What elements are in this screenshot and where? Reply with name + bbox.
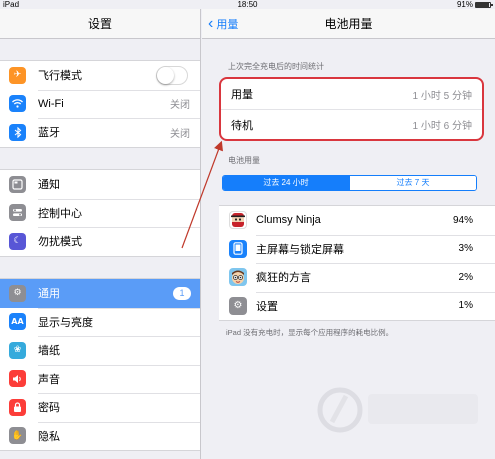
- standby-value: 1 小时 6 分钟: [412, 121, 472, 132]
- wifi-icon: [9, 95, 26, 112]
- list-item[interactable]: 疯狂的方言 2%: [219, 263, 495, 292]
- settings-sidebar: 设置 ✈ 飞行模式 Wi-Fi 关闭 蓝牙 关闭 通知 控制中心 ☾ 勿扰模式 …: [0, 9, 201, 459]
- lock-icon: [9, 398, 26, 416]
- segment-last-7-days[interactable]: 过去 7 天: [349, 176, 476, 190]
- app-usage-list: Clumsy Ninja 94% 主屏幕与锁定屏幕 3% 疯狂的方言 2% ⚙ …: [219, 205, 495, 321]
- sidebar-item-wifi[interactable]: Wi-Fi 关闭: [0, 89, 200, 119]
- time-range-segmented-control: 过去 24 小时 过去 7 天: [222, 175, 477, 191]
- gear-icon: ⚙: [9, 284, 26, 302]
- sidebar-item-passcode[interactable]: 密码: [0, 393, 200, 422]
- control-center-icon: [9, 204, 26, 221]
- battery-usage-header: 电池用量: [228, 156, 260, 165]
- app-name: Clumsy Ninja: [256, 214, 321, 227]
- app-percent: 94%: [452, 214, 473, 226]
- crazy-face-icon: [229, 268, 247, 286]
- sidebar-item-label: 飞行模式: [38, 70, 82, 83]
- sidebar-group-connectivity: ✈ 飞行模式 Wi-Fi 关闭 蓝牙 关闭: [0, 60, 200, 148]
- battery-icon: [475, 1, 493, 8]
- sidebar-item-label: 隐私: [38, 430, 60, 443]
- list-item[interactable]: 主屏幕与锁定屏幕 3%: [219, 234, 495, 264]
- sidebar-item-control-center[interactable]: 控制中心: [0, 198, 200, 228]
- sidebar-item-sounds[interactable]: 声音: [0, 364, 200, 394]
- airplane-icon: ✈: [9, 66, 26, 84]
- settings-gear-icon: ⚙: [229, 296, 247, 315]
- sidebar-item-label: 控制中心: [38, 207, 82, 220]
- sidebar-item-airplane-mode[interactable]: ✈ 飞行模式: [0, 61, 200, 90]
- usage-footnote: iPad 没有充电时，显示每个应用程序的耗电比例。: [226, 328, 394, 337]
- sidebar-item-bluetooth[interactable]: 蓝牙 关闭: [0, 118, 200, 147]
- sidebar-group-general: ⚙ 通用 1 AA 显示与亮度 ❀ 墙纸 声音 密码 ✋ 隐私: [0, 278, 200, 451]
- sidebar-item-label: 通知: [38, 179, 60, 192]
- sidebar-item-notifications[interactable]: 通知: [0, 170, 200, 199]
- page-title: 电池用量: [324, 17, 373, 31]
- sidebar-item-label: 密码: [38, 402, 60, 415]
- battery-status: 91%: [456, 0, 493, 9]
- app-percent: 2%: [458, 271, 473, 283]
- sidebar-item-label: 勿扰模式: [38, 236, 82, 249]
- sidebar-item-label: 显示与亮度: [38, 316, 93, 329]
- standby-row: 待机 1 小时 6 分钟: [221, 109, 482, 139]
- sidebar-item-wallpaper[interactable]: ❀ 墙纸: [0, 336, 200, 365]
- usage-row: 用量 1 小时 5 分钟: [221, 79, 482, 109]
- sidebar-title: 设置: [0, 9, 200, 39]
- bluetooth-icon: [9, 123, 26, 141]
- sidebar-item-label: Wi-Fi: [38, 97, 64, 110]
- standby-label: 待机: [231, 119, 253, 132]
- app-percent: 3%: [458, 243, 473, 255]
- sidebar-item-general[interactable]: ⚙ 通用 1: [0, 279, 200, 308]
- ninja-icon: [229, 211, 247, 229]
- speaker-icon: [9, 370, 26, 387]
- app-name: 设置: [256, 300, 278, 313]
- clock: 18:50: [237, 0, 258, 9]
- display-icon: AA: [9, 313, 26, 330]
- list-item[interactable]: ⚙ 设置 1%: [219, 291, 495, 321]
- list-item[interactable]: Clumsy Ninja 94%: [219, 206, 495, 235]
- wifi-status: 关闭: [170, 100, 190, 112]
- usage-standby-box: 用量 1 小时 5 分钟 待机 1 小时 6 分钟: [219, 77, 484, 141]
- airplane-mode-toggle[interactable]: [156, 66, 188, 85]
- battery-percent: 91%: [456, 0, 473, 9]
- sidebar-item-label: 墙纸: [38, 345, 60, 358]
- sidebar-item-do-not-disturb[interactable]: ☾ 勿扰模式: [0, 227, 200, 256]
- sidebar-item-privacy[interactable]: ✋ 隐私: [0, 421, 200, 451]
- home-screen-icon: [229, 239, 247, 258]
- watermark-logo: [317, 387, 478, 433]
- sidebar-item-label: 蓝牙: [38, 127, 60, 140]
- segment-last-24-hours[interactable]: 过去 24 小时: [223, 176, 349, 190]
- app-name: 疯狂的方言: [256, 272, 311, 285]
- wallpaper-icon: ❀: [9, 341, 26, 359]
- update-badge: 1: [173, 287, 191, 300]
- sidebar-item-label: 通用: [38, 288, 60, 301]
- sidebar-item-display-brightness[interactable]: AA 显示与亮度: [0, 307, 200, 337]
- bluetooth-status: 关闭: [170, 128, 190, 140]
- detail-navbar: ‹ 用量 电池用量: [202, 9, 495, 39]
- since-charge-header: 上次完全充电后的时间统计: [228, 62, 324, 71]
- moon-icon: ☾: [9, 232, 26, 250]
- app-percent: 1%: [458, 300, 473, 312]
- notifications-icon: [9, 175, 26, 193]
- status-bar: iPad 18:50 91%: [0, 0, 495, 9]
- hand-icon: ✋: [9, 427, 26, 444]
- usage-label: 用量: [231, 89, 253, 101]
- app-name: 主屏幕与锁定屏幕: [256, 243, 344, 256]
- sidebar-item-label: 声音: [38, 373, 60, 386]
- usage-value: 1 小时 5 分钟: [412, 90, 472, 102]
- sidebar-group-notifications: 通知 控制中心 ☾ 勿扰模式: [0, 169, 200, 257]
